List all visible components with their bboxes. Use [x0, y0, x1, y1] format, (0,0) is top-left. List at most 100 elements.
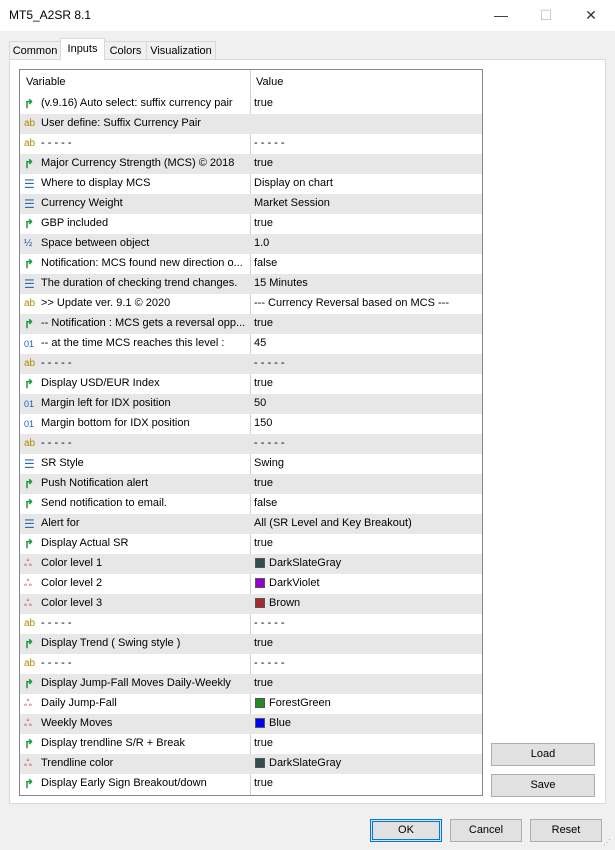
input-row[interactable]: ☰ Currency Weight Market Session	[20, 194, 482, 214]
input-row[interactable]: ab - - - - - - - - - -	[20, 134, 482, 154]
input-value[interactable]: - - - - -	[254, 137, 285, 149]
input-value[interactable]: false	[254, 497, 277, 509]
input-row[interactable]: ↱ Notification: MCS found new direction o…	[20, 254, 482, 274]
input-value[interactable]: - - - - -	[254, 657, 285, 669]
input-value[interactable]: DarkSlateGray	[269, 557, 341, 569]
cancel-button[interactable]: Cancel	[450, 819, 522, 842]
input-row[interactable]: ↱ Push Notification alert true	[20, 474, 482, 494]
color-swatch	[255, 558, 265, 568]
input-row[interactable]: ab User define: Suffix Currency Pair	[20, 114, 482, 134]
input-value[interactable]: true	[254, 537, 273, 549]
reset-button[interactable]: Reset	[530, 819, 602, 842]
input-value[interactable]: ForestGreen	[269, 697, 331, 709]
input-row[interactable]: ☰ SR Style Swing	[20, 454, 482, 474]
input-row[interactable]: ☰ The duration of checking trend changes.…	[20, 274, 482, 294]
input-value[interactable]: 50	[254, 397, 266, 409]
input-row[interactable]: ↱ Display Trend ( Swing style ) true	[20, 634, 482, 654]
input-variable-name: Display Jump-Fall Moves Daily-Weekly	[41, 677, 231, 689]
input-value[interactable]: Market Session	[254, 197, 330, 209]
input-row[interactable]: ½ Space between object 1.0	[20, 234, 482, 254]
input-row[interactable]: ஃ Weekly Moves Blue	[20, 714, 482, 734]
input-value[interactable]: true	[254, 217, 273, 229]
input-value[interactable]: Blue	[269, 717, 291, 729]
window-title: MT5_A2SR 8.1	[9, 8, 92, 22]
input-variable-name: -- at the time MCS reaches this level :	[41, 337, 225, 349]
input-row[interactable]: 01 Margin bottom for IDX position 150	[20, 414, 482, 434]
input-variable-name: Send notification to email.	[41, 497, 167, 509]
input-value[interactable]: 1.0	[254, 237, 269, 249]
input-row[interactable]: ↱ Display Jump-Fall Moves Daily-Weekly tru…	[20, 674, 482, 694]
input-value[interactable]: - - - - -	[254, 357, 285, 369]
input-value[interactable]: 45	[254, 337, 266, 349]
input-value[interactable]: false	[254, 257, 277, 269]
input-row[interactable]: ab - - - - - - - - - -	[20, 614, 482, 634]
input-row[interactable]: ↱ Send notification to email. false	[20, 494, 482, 514]
minimize-icon[interactable]: —	[478, 0, 524, 31]
input-value[interactable]: DarkSlateGray	[269, 757, 341, 769]
input-variable-name: Weekly Moves	[41, 717, 113, 729]
input-row[interactable]: ஃ Color level 1 DarkSlateGray	[20, 554, 482, 574]
input-variable-name: Color level 1	[41, 557, 103, 569]
ok-button[interactable]: OK	[370, 819, 442, 842]
input-variable-name: The duration of checking trend changes.	[41, 277, 238, 289]
color-type-icon: ஃ	[24, 698, 32, 709]
input-variable-name: Color level 2	[41, 577, 103, 589]
input-value[interactable]: - - - - -	[254, 437, 285, 449]
input-row[interactable]: ↱ (v.9.16) Auto select: suffix currency p…	[20, 94, 482, 114]
input-row[interactable]: ab - - - - - - - - - -	[20, 654, 482, 674]
string-type-icon: ab	[24, 438, 36, 449]
tab-colors[interactable]: Colors	[104, 41, 147, 59]
input-row[interactable]: ஃ Color level 3 Brown	[20, 594, 482, 614]
input-value[interactable]: --- Currency Reversal based on MCS ---	[254, 297, 449, 309]
input-row[interactable]: ஃ Daily Jump-Fall ForestGreen	[20, 694, 482, 714]
tab-inputs[interactable]: Inputs	[60, 38, 105, 60]
input-value[interactable]: Display on chart	[254, 177, 333, 189]
input-value[interactable]: true	[254, 97, 273, 109]
input-row[interactable]: ↱ Display Early Sign Breakout/down true	[20, 774, 482, 794]
input-variable-name: User define: Suffix Currency Pair	[41, 117, 201, 129]
input-row[interactable]: ab >> Update ver. 9.1 © 2020 --- Currency …	[20, 294, 482, 314]
save-button[interactable]: Save	[491, 774, 595, 797]
input-value[interactable]: true	[254, 477, 273, 489]
input-row[interactable]: ↱ Display trendline S/R + Break true	[20, 734, 482, 754]
input-variable-name: - - - - -	[41, 357, 72, 369]
input-row[interactable]: ab - - - - - - - - - -	[20, 434, 482, 454]
load-button[interactable]: Load	[491, 743, 595, 766]
input-row[interactable]: 01 -- at the time MCS reaches this level …	[20, 334, 482, 354]
header-value[interactable]: Value	[256, 76, 283, 88]
input-row[interactable]: ↱ Major Currency Strength (MCS) © 2018 tru…	[20, 154, 482, 174]
input-value[interactable]: true	[254, 157, 273, 169]
input-row[interactable]: ab - - - - - - - - - -	[20, 354, 482, 374]
input-value[interactable]: 150	[254, 417, 272, 429]
input-value[interactable]: true	[254, 737, 273, 749]
input-value[interactable]: true	[254, 637, 273, 649]
input-row[interactable]: ஃ Trendline color DarkSlateGray	[20, 754, 482, 774]
input-value[interactable]: true	[254, 677, 273, 689]
input-row[interactable]: ↱ Display USD/EUR Index true	[20, 374, 482, 394]
input-row[interactable]: ↱ GBP included true	[20, 214, 482, 234]
input-row[interactable]: ↱ Display Actual SR true	[20, 534, 482, 554]
input-row[interactable]: ஃ Color level 2 DarkViolet	[20, 574, 482, 594]
input-row[interactable]: ↱ -- Notification : MCS gets a reversal o…	[20, 314, 482, 334]
input-variable-name: Margin bottom for IDX position	[41, 417, 190, 429]
input-value[interactable]: 15 Minutes	[254, 277, 308, 289]
input-value[interactable]: true	[254, 377, 273, 389]
tab-common[interactable]: Common	[9, 41, 61, 59]
resize-grip-icon[interactable]: ⋰	[603, 838, 613, 848]
input-row[interactable]: 01 Margin left for IDX position 50	[20, 394, 482, 414]
input-value[interactable]: true	[254, 317, 273, 329]
header-variable[interactable]: Variable	[26, 76, 66, 88]
tab-visualization[interactable]: Visualization	[146, 41, 216, 59]
input-value[interactable]: - - - - -	[254, 617, 285, 629]
input-value[interactable]: Swing	[254, 457, 284, 469]
input-value[interactable]: All (SR Level and Key Breakout)	[254, 517, 412, 529]
maximize-icon[interactable]: ☐	[523, 0, 569, 31]
input-row[interactable]: ☰ Alert for All (SR Level and Key Breakout…	[20, 514, 482, 534]
input-value[interactable]: Brown	[269, 597, 300, 609]
input-row[interactable]: ☰ Where to display MCS Display on chart	[20, 174, 482, 194]
close-icon[interactable]: ✕	[568, 0, 614, 31]
input-variable-name: Major Currency Strength (MCS) © 2018	[41, 157, 235, 169]
input-value[interactable]: DarkViolet	[269, 577, 320, 589]
input-value[interactable]: true	[254, 777, 273, 789]
input-variable-name: Daily Jump-Fall	[41, 697, 117, 709]
